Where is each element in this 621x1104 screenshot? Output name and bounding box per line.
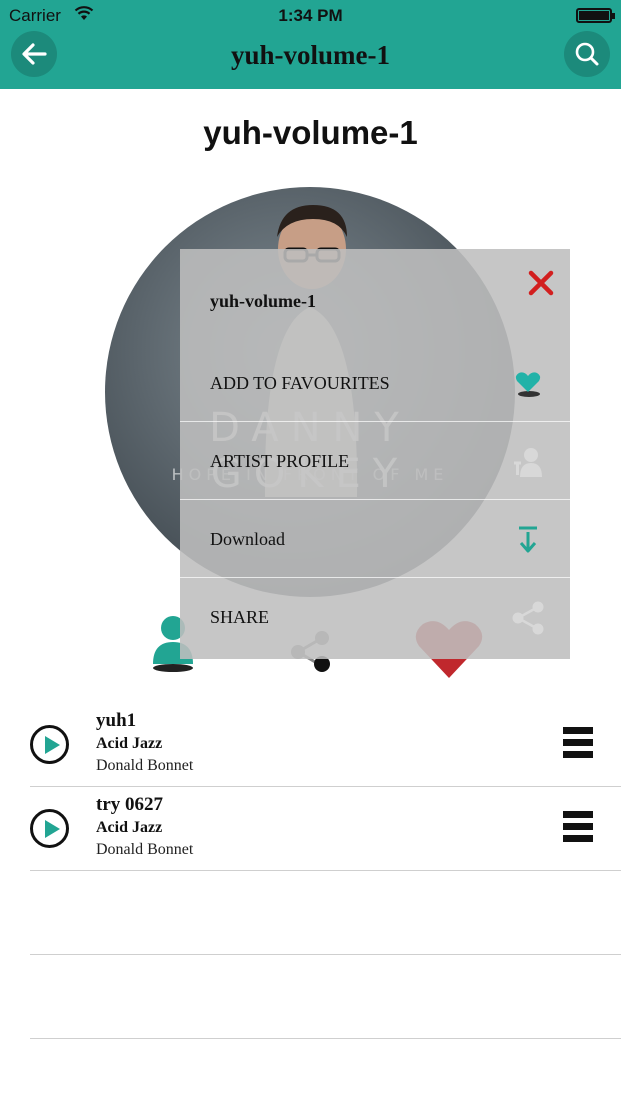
menu-item-label: ADD TO FAVOURITES: [210, 373, 390, 393]
menu-title: yuh-volume-1: [210, 291, 317, 311]
heart-icon: [510, 366, 546, 402]
menu-item-label: SHARE: [210, 607, 270, 627]
track-title: yuh1: [96, 710, 137, 731]
menu-item-label: Download: [210, 529, 285, 549]
play-icon: [45, 820, 60, 838]
artist-icon: [510, 444, 546, 480]
battery-icon: [576, 8, 615, 23]
track-menu-button[interactable]: [563, 811, 593, 843]
album-title: yuh-volume-1: [203, 114, 418, 151]
menu-header: yuh-volume-1: [180, 249, 570, 344]
play-button[interactable]: [30, 809, 69, 848]
menu-item-add-to-favourites[interactable]: ADD TO FAVOURITES: [180, 344, 570, 422]
search-button[interactable]: [564, 31, 610, 77]
close-button[interactable]: [525, 267, 557, 299]
menu-item-artist-profile[interactable]: ARTIST PROFILE: [180, 422, 570, 500]
nav-title: yuh-volume-1: [230, 40, 390, 70]
share-icon: [510, 600, 546, 636]
track-title: try 0627: [96, 794, 164, 815]
play-icon: [45, 736, 60, 754]
track-artist: Donald Bonnet: [96, 841, 194, 858]
status-bar: Carrier 1:34 PM: [0, 0, 621, 30]
menu-item-share[interactable]: SHARE: [180, 578, 570, 656]
track-genre: Acid Jazz: [96, 735, 163, 752]
menu-item-download[interactable]: Download: [180, 500, 570, 578]
track-artist: Donald Bonnet: [96, 757, 194, 774]
empty-row: [0, 955, 621, 1039]
play-button[interactable]: [30, 725, 69, 764]
track-row[interactable]: try 0627 Acid Jazz Donald Bonnet: [0, 787, 621, 871]
track-row[interactable]: yuh1 Acid Jazz Donald Bonnet: [0, 703, 621, 787]
track-menu-button[interactable]: [563, 727, 593, 759]
clock: 1:34 PM: [278, 6, 343, 25]
menu-item-label: ARTIST PROFILE: [210, 451, 350, 471]
top-bar: Carrier 1:34 PM yuh-volume-1: [0, 0, 621, 89]
row-divider: [30, 1038, 621, 1039]
album-options-menu: yuh-volume-1 ADD TO FAVOURITES ARTIST PR…: [180, 249, 570, 659]
close-icon: [528, 270, 554, 296]
track-list: yuh1 Acid Jazz Donald Bonnet try 0627 Ac…: [0, 703, 621, 1039]
empty-row: [0, 871, 621, 955]
search-icon: [575, 42, 599, 66]
download-icon: [510, 522, 546, 558]
track-genre: Acid Jazz: [96, 819, 163, 836]
